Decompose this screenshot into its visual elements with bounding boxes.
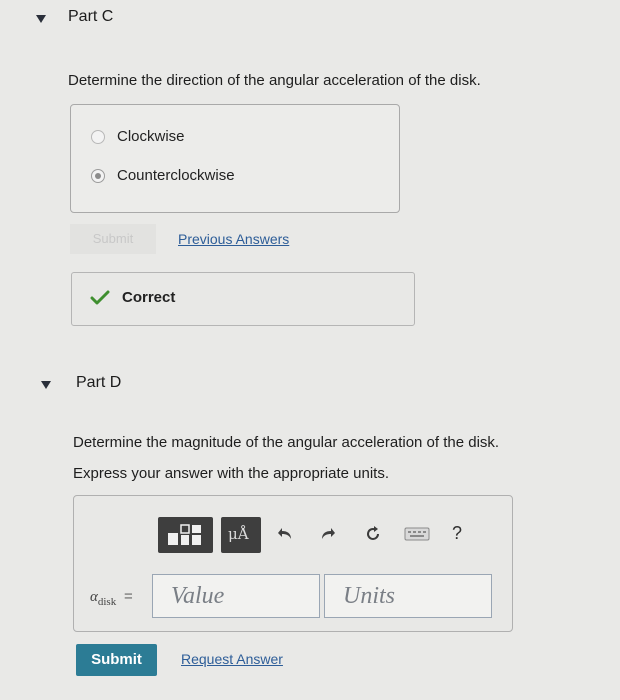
request-answer-link[interactable]: Request Answer bbox=[181, 651, 283, 667]
reset-icon[interactable] bbox=[364, 525, 382, 543]
templates-button[interactable] bbox=[158, 517, 213, 553]
variable-label: αdisk = bbox=[90, 588, 133, 608]
units-button[interactable]: μÅ bbox=[221, 517, 261, 553]
radio-counterclockwise[interactable] bbox=[91, 169, 105, 183]
units-symbol: μÅ bbox=[228, 525, 249, 543]
help-icon[interactable]: ? bbox=[452, 523, 462, 544]
part-c-title[interactable]: Part C bbox=[68, 8, 113, 26]
choices-box: Clockwise Counterclockwise bbox=[70, 104, 400, 213]
collapse-caret-icon[interactable] bbox=[41, 381, 51, 389]
redo-icon[interactable] bbox=[320, 527, 336, 541]
choice-label-counterclockwise[interactable]: Counterclockwise bbox=[117, 167, 235, 184]
variable-subscript: disk bbox=[97, 596, 117, 608]
equals-sign: = bbox=[123, 588, 133, 605]
previous-answers-link[interactable]: Previous Answers bbox=[178, 231, 289, 247]
part-d-title[interactable]: Part D bbox=[76, 374, 121, 392]
part-d-instruction: Express your answer with the appropriate… bbox=[73, 465, 389, 482]
part-d-question: Determine the magnitude of the angular a… bbox=[73, 434, 500, 451]
check-icon bbox=[90, 290, 110, 305]
value-input[interactable]: Value bbox=[152, 574, 320, 618]
variable-symbol: α bbox=[90, 589, 98, 605]
feedback-correct-text: Correct bbox=[122, 289, 176, 306]
radio-clockwise[interactable] bbox=[91, 130, 105, 144]
choice-label-clockwise[interactable]: Clockwise bbox=[117, 128, 185, 145]
keyboard-icon[interactable] bbox=[404, 527, 430, 541]
undo-icon[interactable] bbox=[277, 527, 293, 541]
template-blocks-icon bbox=[168, 524, 201, 545]
submit-button[interactable]: Submit bbox=[76, 644, 157, 676]
feedback-box: Correct bbox=[71, 272, 415, 326]
submit-button-disabled: Submit bbox=[70, 224, 156, 254]
units-input[interactable]: Units bbox=[324, 574, 492, 618]
answer-box: μÅ ? αdisk = Value Units bbox=[73, 495, 513, 632]
part-c-question: Determine the direction of the angular a… bbox=[68, 72, 481, 89]
collapse-caret-icon[interactable] bbox=[36, 15, 46, 23]
